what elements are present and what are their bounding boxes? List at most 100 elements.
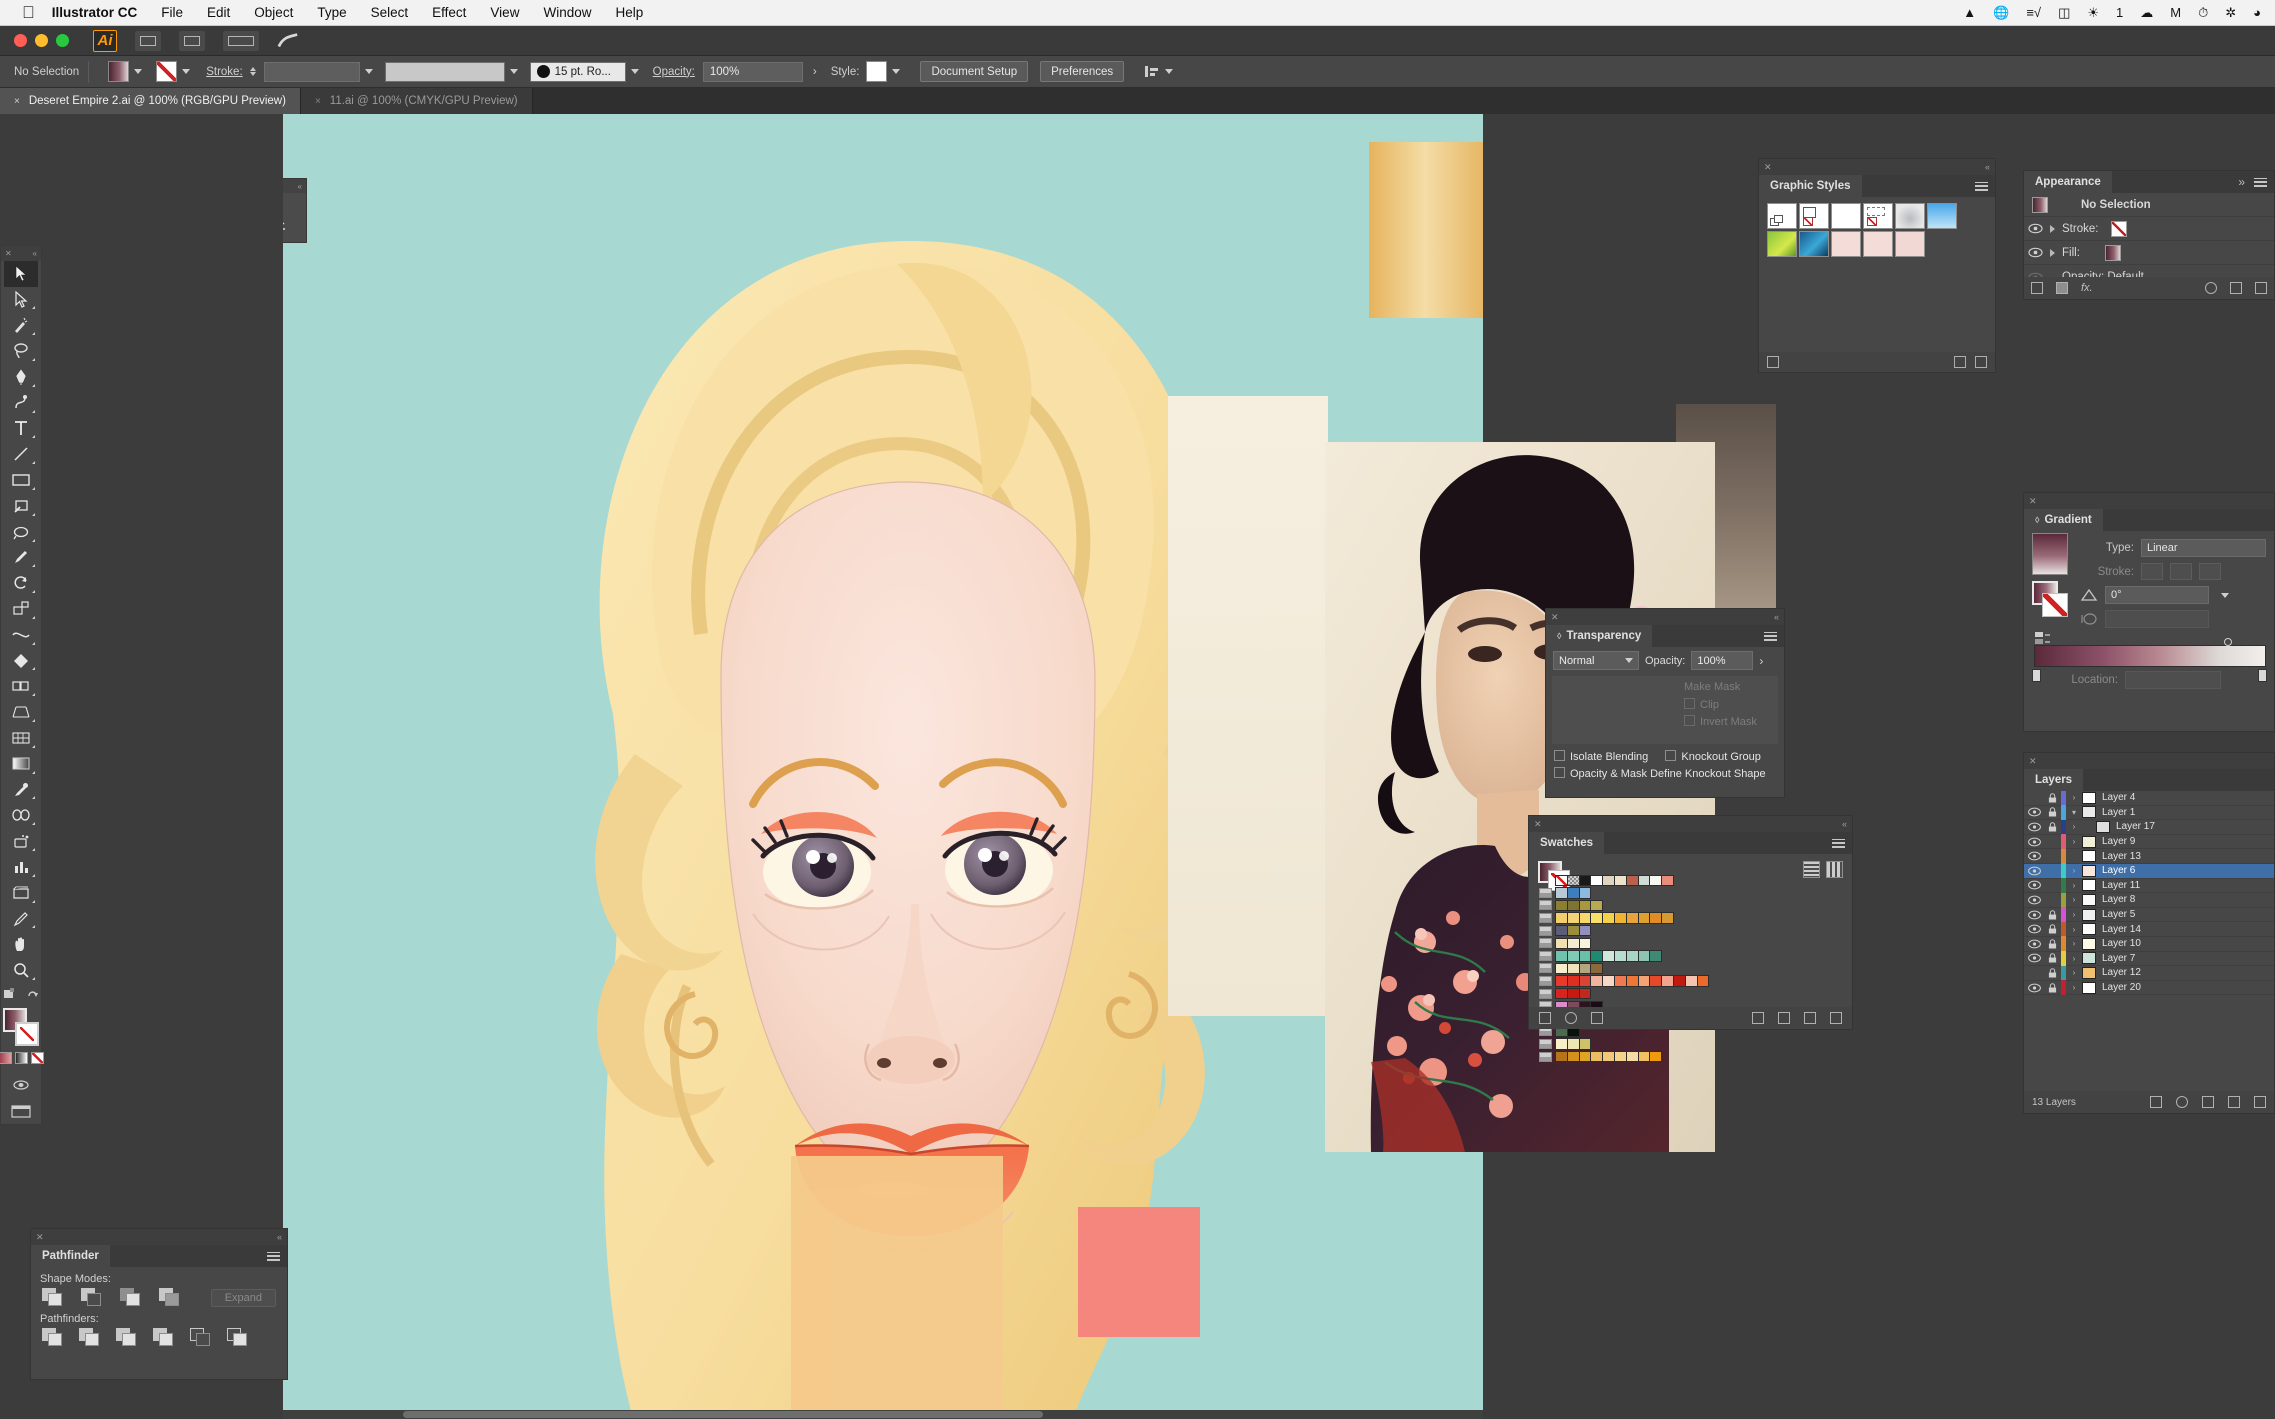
appearance-footer[interactable]: fx.	[2024, 277, 2274, 299]
menu-help[interactable]: Help	[615, 5, 643, 20]
layer-row[interactable]: › Layer 17	[2024, 819, 2274, 835]
color-button[interactable]	[0, 1052, 12, 1065]
graphic-styles-footer[interactable]	[1759, 352, 1995, 372]
knockout-group-checkbox[interactable]	[1665, 750, 1677, 761]
color-group-icon[interactable]	[1539, 1039, 1552, 1050]
swatch-row[interactable]	[1539, 924, 1708, 937]
gradient-type-select[interactable]: Linear	[2141, 539, 2266, 557]
twisty-icon[interactable]	[2050, 248, 2055, 257]
expand-button[interactable]: Expand	[210, 1288, 276, 1307]
stroke-weight-field[interactable]	[263, 61, 360, 82]
exclude-icon[interactable]	[159, 1288, 180, 1307]
layer-lock-icon[interactable]	[2044, 939, 2061, 949]
color-swatch[interactable]	[1578, 887, 1592, 899]
gradient-stop-end[interactable]	[2258, 669, 2267, 682]
layer-name[interactable]: Layer 20	[2102, 982, 2141, 993]
locate-object-icon[interactable]	[2150, 1096, 2162, 1108]
appearance-stroke-row[interactable]: Stroke:	[2024, 217, 2274, 241]
line-segment-tool[interactable]	[4, 441, 38, 467]
outline-icon[interactable]	[190, 1328, 211, 1347]
layer-row[interactable]: › Layer 20	[2024, 980, 2274, 996]
cloud-icon[interactable]: ☁	[2140, 6, 2153, 19]
align-caret-icon[interactable]	[1165, 69, 1174, 74]
clear-appearance-icon[interactable]	[2205, 282, 2217, 294]
preferences-button[interactable]: Preferences	[1040, 61, 1125, 82]
fill-dropdown-caret-icon[interactable]	[134, 69, 143, 74]
layer-row[interactable]: › Layer 10	[2024, 936, 2274, 952]
stroke-weight-caret-icon[interactable]	[364, 69, 373, 74]
document-tab-deseret-empire[interactable]: × Deseret Empire 2.ai @ 100% (RGB/GPU Pr…	[0, 88, 301, 114]
panel-tab-strip[interactable]: Layers	[2024, 769, 2274, 791]
graphic-style-gray-blur[interactable]	[1895, 203, 1925, 229]
stroke-dropdown-caret-icon[interactable]	[182, 69, 191, 74]
stroke-none-swatch[interactable]	[2111, 220, 2128, 237]
minimize-window-button[interactable]	[35, 34, 48, 47]
stroke-weight-stepper[interactable]	[249, 67, 256, 76]
minus-front-icon[interactable]	[81, 1288, 102, 1307]
align-icon[interactable]	[1144, 64, 1160, 80]
shape-modes-row[interactable]: Expand	[31, 1288, 287, 1307]
screen-share-icon[interactable]: ◫	[2058, 6, 2070, 19]
swatch-row[interactable]	[1539, 899, 1708, 912]
collapse-icon[interactable]: «	[1842, 819, 1847, 829]
appearance-target-row[interactable]: No Selection	[2024, 193, 2274, 217]
panel-menu-icon[interactable]	[1764, 625, 1784, 647]
gradient-aspect-field[interactable]	[2105, 610, 2209, 628]
zoom-tool[interactable]	[4, 957, 38, 983]
layer-name[interactable]: Layer 14	[2102, 924, 2141, 935]
layer-row[interactable]: › Layer 12	[2024, 965, 2274, 981]
layer-lock-icon[interactable]	[2044, 807, 2061, 817]
gradient-fill-stroke-indicator[interactable]	[2032, 581, 2072, 625]
layer-name[interactable]: Layer 11	[2102, 880, 2140, 891]
isolate-blending-checkbox[interactable]	[1554, 750, 1565, 761]
trim-icon[interactable]	[79, 1328, 100, 1347]
stroke-color-swatch[interactable]	[156, 61, 178, 82]
gradient-ramp[interactable]	[2034, 645, 2266, 667]
opacity-field[interactable]: 100%	[702, 61, 803, 82]
layer-lock-icon[interactable]	[2044, 793, 2061, 803]
layer-lock-icon[interactable]	[2044, 953, 2061, 963]
window-controls[interactable]	[14, 34, 69, 47]
layer-lock-icon[interactable]	[2044, 909, 2061, 920]
stroke-within-icon[interactable]	[2141, 563, 2163, 580]
layer-twisty-icon[interactable]: ›	[2066, 910, 2082, 919]
tab-layers[interactable]: Layers	[2024, 769, 2084, 791]
graphic-style-green-swirl[interactable]	[1767, 231, 1797, 257]
screen-mode-button[interactable]	[179, 30, 205, 51]
stroke-profile-caret-icon[interactable]	[509, 69, 518, 74]
twisty-icon[interactable]	[2050, 224, 2055, 233]
layer-twisty-icon[interactable]: ▾	[2066, 808, 2082, 817]
layer-visibility-icon[interactable]	[2024, 924, 2044, 934]
layer-visibility-icon[interactable]	[2024, 953, 2044, 963]
menu-edit[interactable]: Edit	[207, 5, 230, 20]
delete-layer-icon[interactable]	[2254, 1096, 2266, 1108]
color-group-icon[interactable]	[1539, 938, 1552, 949]
panel-tab-strip[interactable]: Graphic Styles	[1759, 175, 1995, 197]
mesh-tool[interactable]	[4, 725, 38, 751]
arrange-documents-button[interactable]	[135, 30, 161, 51]
screen-mode-button[interactable]	[4, 1098, 38, 1124]
palette-body[interactable]	[283, 204, 306, 242]
app-name-menu[interactable]: Illustrator CC	[52, 5, 138, 20]
clip-checkbox[interactable]	[1684, 698, 1695, 709]
color-swatch[interactable]	[1649, 1050, 1663, 1063]
tab-pathfinder[interactable]: Pathfinder	[31, 1245, 110, 1267]
brush-definition-field[interactable]: 15 pt. Ro...	[529, 61, 626, 82]
menu-select[interactable]: Select	[371, 5, 409, 20]
collapse-icon[interactable]: «	[1774, 612, 1779, 622]
width-tool[interactable]	[4, 622, 38, 648]
layer-visibility-icon[interactable]	[2024, 851, 2044, 861]
panel-tab-strip[interactable]: ◊ Transparency	[1546, 625, 1784, 647]
rectangle-tool[interactable]	[4, 467, 38, 493]
symbolism-tools-palette[interactable]: ✕«	[283, 178, 307, 243]
direct-selection-tool[interactable]	[4, 287, 38, 313]
gradient-stop-start[interactable]	[2032, 669, 2041, 682]
panel-tab-strip[interactable]: Swatches	[1529, 832, 1852, 854]
make-clipping-mask-icon[interactable]	[2176, 1096, 2188, 1108]
brush-caret-icon[interactable]	[630, 69, 639, 74]
free-transform-tool[interactable]	[4, 648, 38, 674]
layer-visibility-icon[interactable]	[2024, 910, 2044, 920]
stroke-label[interactable]: Stroke:	[206, 66, 242, 78]
swatches-grid[interactable]	[1539, 874, 1710, 1063]
gradient-location-row[interactable]: Location:	[2024, 668, 2274, 692]
